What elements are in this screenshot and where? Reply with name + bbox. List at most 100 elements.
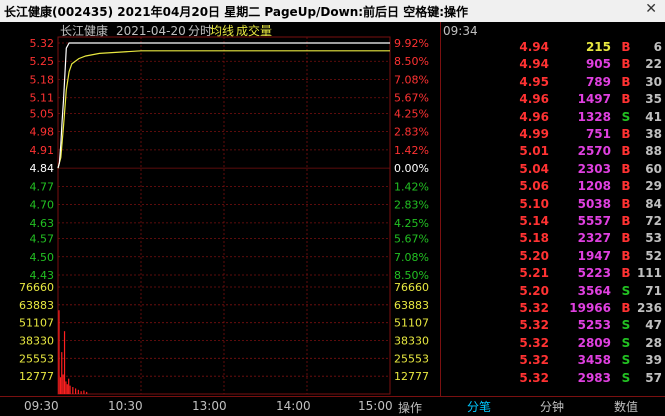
tick-side: B [621, 161, 631, 176]
operate-button[interactable]: 操作 [398, 399, 422, 416]
tick-volume: 751 [585, 127, 611, 141]
price-tick-label: 5.25 [30, 55, 55, 68]
tick-side: S [621, 283, 631, 298]
tick-row: 5.18 2327 B 53 [441, 231, 665, 248]
price-tick-label: 5.18 [30, 73, 55, 86]
tick-count: 39 [645, 353, 662, 368]
tick-price: 5.04 [519, 161, 549, 176]
volume-tick-right: 25553 [394, 352, 429, 365]
volume-tick-left: 25553 [19, 352, 54, 365]
tick-volume: 1208 [577, 179, 611, 194]
tick-row: 5.32 2983 S 57 [441, 371, 665, 388]
tick-price: 4.95 [519, 74, 549, 89]
tick-price: 5.21 [519, 266, 549, 281]
tick-row: 4.94 905 B 22 [441, 57, 665, 74]
tick-side: S [621, 109, 631, 124]
tab-ticks[interactable]: 分笔 [443, 398, 515, 414]
price-tick-label: 5.32 [30, 37, 55, 50]
tick-side: B [621, 179, 631, 194]
tick-count: 88 [645, 144, 662, 159]
tick-side: B [621, 144, 631, 159]
tick-volume: 3458 [577, 353, 611, 368]
tick-row: 5.32 19966 B 236 [441, 301, 665, 318]
tick-volume: 5038 [577, 196, 611, 211]
tick-volume: 1497 [577, 92, 611, 107]
tick-price: 5.18 [519, 231, 549, 246]
pct-tick-label: 0.00% [394, 162, 429, 175]
x-tick-label: 13:00 [192, 399, 227, 413]
tick-price: 5.32 [519, 353, 549, 368]
x-tick-label: 10:30 [108, 399, 143, 413]
chart-date: 2021-04-20 [116, 24, 186, 38]
tick-row: 4.99 751 B 38 [441, 127, 665, 144]
tick-count: 60 [645, 161, 662, 176]
tick-volume: 3564 [577, 283, 611, 298]
price-tick-label: 5.11 [30, 92, 55, 105]
close-icon[interactable]: ✕ [645, 1, 657, 17]
tick-count: 41 [645, 109, 662, 124]
tick-side: B [621, 57, 631, 72]
tick-side: B [621, 301, 631, 315]
tick-side: B [621, 74, 631, 89]
tick-row: 5.10 5038 B 84 [441, 197, 665, 214]
chart-vol-legend: 成交量 [236, 23, 272, 38]
tick-side: B [621, 92, 631, 107]
price-tick-label: 4.70 [30, 199, 55, 212]
intraday-chart[interactable]: 长江健康 2021-04-20 分时 均线 成交量 5.32 9.92% 5.25 8.50% 5… [0, 22, 440, 396]
tick-volume: 5223 [577, 266, 611, 281]
tick-price: 5.20 [519, 283, 549, 298]
volume-tick-right: 51107 [394, 317, 429, 330]
x-tick-label: 15:00 [358, 399, 393, 413]
pct-tick-label: 2.83% [394, 126, 429, 139]
tick-price: 5.32 [519, 370, 549, 385]
tick-volume: 2570 [577, 144, 611, 159]
tab-minutes[interactable]: 分钟 [516, 398, 588, 414]
bottom-bar: 09:30 10:30 13:00 14:00 15:00 操作 分笔 分钟 数… [0, 396, 665, 415]
tick-row: 5.01 2570 B 88 [441, 144, 665, 161]
tick-price: 4.94 [519, 40, 549, 54]
tick-price: 4.94 [519, 57, 549, 72]
volume-tick-right: 63883 [394, 299, 429, 312]
tick-side: S [621, 353, 631, 368]
volume-tick-left: 76660 [19, 281, 54, 294]
x-tick-label: 14:00 [276, 399, 311, 413]
tick-side: B [621, 231, 631, 246]
tick-volume: 789 [585, 74, 611, 89]
tick-row: 5.20 3564 S 71 [441, 284, 665, 301]
volume-tick-right: 12777 [394, 370, 429, 383]
volume-tick-left: 12777 [19, 370, 54, 383]
tick-count: 84 [645, 196, 662, 211]
chart-mode: 分时 [188, 24, 212, 38]
tick-side: B [621, 196, 631, 211]
tick-panel: 09:34 4.94 215 B 6 4.94 905 B 22 4.95 789 B 30 4.96 1… [440, 22, 665, 396]
tick-volume: 905 [585, 57, 611, 72]
pct-tick-label: 8.50% [394, 55, 429, 68]
tick-count: 35 [645, 92, 662, 107]
pct-tick-label: 7.08% [394, 251, 429, 264]
tab-values[interactable]: 数值 [590, 398, 662, 414]
tick-volume: 1947 [577, 248, 611, 263]
tick-volume: 5557 [577, 214, 611, 228]
pct-tick-label: 5.67% [394, 233, 429, 246]
price-tick-label: 4.77 [30, 180, 55, 193]
tick-side: B [621, 248, 631, 263]
pct-tick-label: 9.92% [394, 37, 429, 50]
window-titlebar: 长江健康(002435) 2021年04月20日 星期二 PageUp/Down… [0, 0, 665, 22]
tick-side: S [621, 318, 631, 333]
tick-row: 5.32 3458 S 39 [441, 353, 665, 370]
volume-tick-left: 63883 [19, 299, 54, 312]
pct-tick-label: 4.25% [394, 107, 429, 120]
pct-tick-label: 7.08% [394, 73, 429, 86]
tick-price: 5.14 [519, 214, 549, 228]
chart-stock-name: 长江健康 [60, 23, 108, 38]
tick-volume: 215 [585, 40, 611, 54]
tick-row: 5.21 5223 B 111 [441, 266, 665, 283]
tick-side: S [621, 370, 631, 385]
volume-tick-left: 51107 [19, 317, 54, 330]
window-title: 长江健康(002435) 2021年04月20日 星期二 PageUp/Down… [4, 5, 469, 19]
tick-row: 5.04 2303 B 60 [441, 162, 665, 179]
tick-volume: 5253 [577, 318, 611, 333]
tick-row: 4.95 789 B 30 [441, 75, 665, 92]
price-tick-label: 5.05 [30, 107, 55, 120]
tick-time: 09:34 [443, 24, 478, 38]
